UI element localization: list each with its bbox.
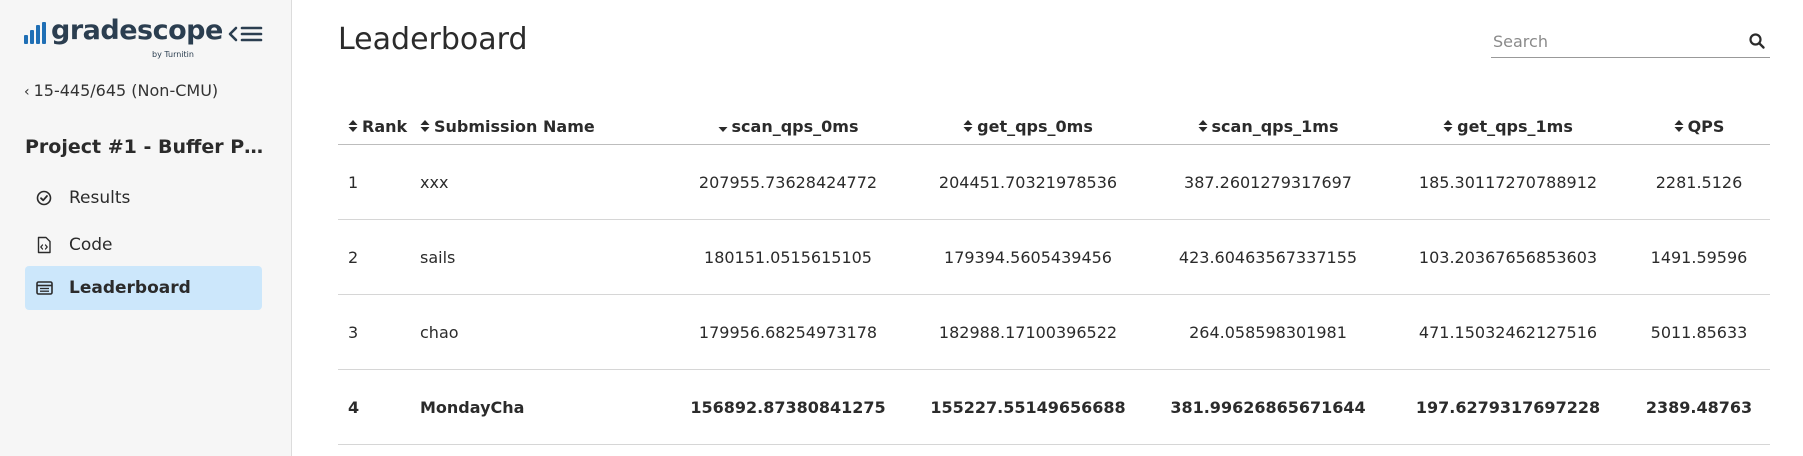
leaderboard-table: Rank Submission Name scan_qps_0ms get_qp… — [338, 110, 1770, 445]
submission-name-cell: xxx — [420, 144, 668, 220]
get-qps-1ms-cell: 185.30117270788912 — [1388, 144, 1628, 220]
rank-cell: 4 — [338, 369, 420, 445]
logo-text: gradescope — [51, 15, 223, 46]
scan-qps-1ms-cell: 381.99626865671644 — [1148, 369, 1388, 445]
qps-cell: 2281.5126 — [1628, 144, 1770, 220]
column-header-scan-qps-1ms[interactable]: scan_qps_1ms — [1148, 110, 1388, 145]
scan-qps-1ms-cell: 423.60463567337155 — [1148, 219, 1388, 295]
column-header-get-qps-1ms[interactable]: get_qps_1ms — [1388, 110, 1628, 145]
scan-qps-0ms-cell: 207955.73628424772 — [668, 144, 908, 220]
table-row: 3 chao 179956.68254973178 182988.1710039… — [338, 294, 1770, 370]
leaderboard-icon — [35, 279, 53, 297]
collapse-sidebar-button[interactable] — [228, 22, 264, 46]
page-title: Leaderboard — [338, 22, 528, 57]
get-qps-0ms-cell: 182988.17100396522 — [908, 294, 1148, 370]
submission-name-cell: sails — [420, 219, 668, 295]
get-qps-0ms-cell: 155227.55149656688 — [908, 369, 1148, 445]
scan-qps-0ms-cell: 179956.68254973178 — [668, 294, 908, 370]
logo-subtext: by Turnitin — [152, 50, 194, 59]
table-row: 1 xxx 207955.73628424772 204451.70321978… — [338, 144, 1770, 220]
sidebar-item-code[interactable]: Code — [25, 223, 262, 267]
sidebar-item-label: Code — [69, 235, 113, 255]
sort-both-icon — [1674, 118, 1684, 137]
column-header-submission-name[interactable]: Submission Name — [420, 110, 668, 145]
column-header-get-qps-0ms[interactable]: get_qps_0ms — [908, 110, 1148, 145]
rank-cell: 2 — [338, 219, 420, 295]
submission-name-cell: chao — [420, 294, 668, 370]
column-header-label: scan_qps_0ms — [731, 117, 859, 136]
search-icon[interactable] — [1748, 32, 1766, 50]
sidebar: gradescope by Turnitin ‹ 15-445/645 (Non-… — [0, 0, 292, 456]
column-header-qps[interactable]: QPS — [1628, 110, 1770, 145]
get-qps-1ms-cell: 103.20367656853603 — [1388, 219, 1628, 295]
rank-cell: 3 — [338, 294, 420, 370]
gradescope-logo[interactable]: gradescope by Turnitin — [24, 15, 223, 62]
column-header-label: get_qps_0ms — [977, 117, 1093, 136]
get-qps-0ms-cell: 179394.5605439456 — [908, 219, 1148, 295]
table-row-own-submission: 4 MondayCha 156892.87380841275 155227.55… — [338, 369, 1770, 445]
sort-both-icon — [348, 118, 358, 137]
get-qps-0ms-cell: 204451.70321978536 — [908, 144, 1148, 220]
sort-both-icon — [1198, 118, 1208, 137]
sort-both-icon — [1443, 118, 1453, 137]
column-header-label: Submission Name — [434, 117, 595, 136]
column-header-rank[interactable]: Rank — [338, 110, 420, 145]
scan-qps-1ms-cell: 387.2601279317697 — [1148, 144, 1388, 220]
sidebar-item-leaderboard[interactable]: Leaderboard — [25, 266, 262, 310]
column-header-label: QPS — [1687, 117, 1725, 136]
scan-qps-0ms-cell: 180151.0515615105 — [668, 219, 908, 295]
table-row: 2 sails 180151.0515615105 179394.5605439… — [338, 219, 1770, 295]
scan-qps-1ms-cell: 264.058598301981 — [1148, 294, 1388, 370]
get-qps-1ms-cell: 471.15032462127516 — [1388, 294, 1628, 370]
logo-bars-icon — [24, 22, 46, 44]
search-input[interactable] — [1491, 26, 1735, 56]
rank-cell: 1 — [338, 144, 420, 220]
sort-both-icon — [420, 118, 430, 137]
table-header-row: Rank Submission Name scan_qps_0ms get_qp… — [338, 110, 1770, 145]
search-box — [1491, 26, 1770, 58]
sidebar-item-label: Results — [69, 188, 131, 208]
scan-qps-0ms-cell: 156892.87380841275 — [668, 369, 908, 445]
sort-descending-icon — [718, 118, 728, 137]
column-header-label: get_qps_1ms — [1457, 117, 1573, 136]
qps-cell: 1491.59596 — [1628, 219, 1770, 295]
sidebar-item-label: Leaderboard — [69, 278, 191, 298]
collapse-menu-icon — [228, 26, 263, 42]
check-circle-icon — [35, 189, 53, 207]
qps-cell: 2389.48763 — [1628, 369, 1770, 445]
chevron-left-icon: ‹ — [24, 84, 30, 100]
get-qps-1ms-cell: 197.6279317697228 — [1388, 369, 1628, 445]
assignment-title: Project #1 - Buffer Pool Manager — [25, 136, 265, 158]
column-header-scan-qps-0ms[interactable]: scan_qps_0ms — [668, 110, 908, 145]
qps-cell: 5011.85633 — [1628, 294, 1770, 370]
course-back-link[interactable]: ‹ 15-445/645 (Non-CMU) — [24, 81, 218, 100]
code-file-icon — [35, 236, 53, 254]
sort-both-icon — [963, 118, 973, 137]
submission-name-cell: MondayCha — [420, 369, 668, 445]
course-link-label: 15-445/645 (Non-CMU) — [33, 81, 219, 100]
column-header-label: Rank — [362, 117, 408, 136]
sidebar-item-results[interactable]: Results — [25, 176, 262, 220]
column-header-label: scan_qps_1ms — [1211, 117, 1339, 136]
